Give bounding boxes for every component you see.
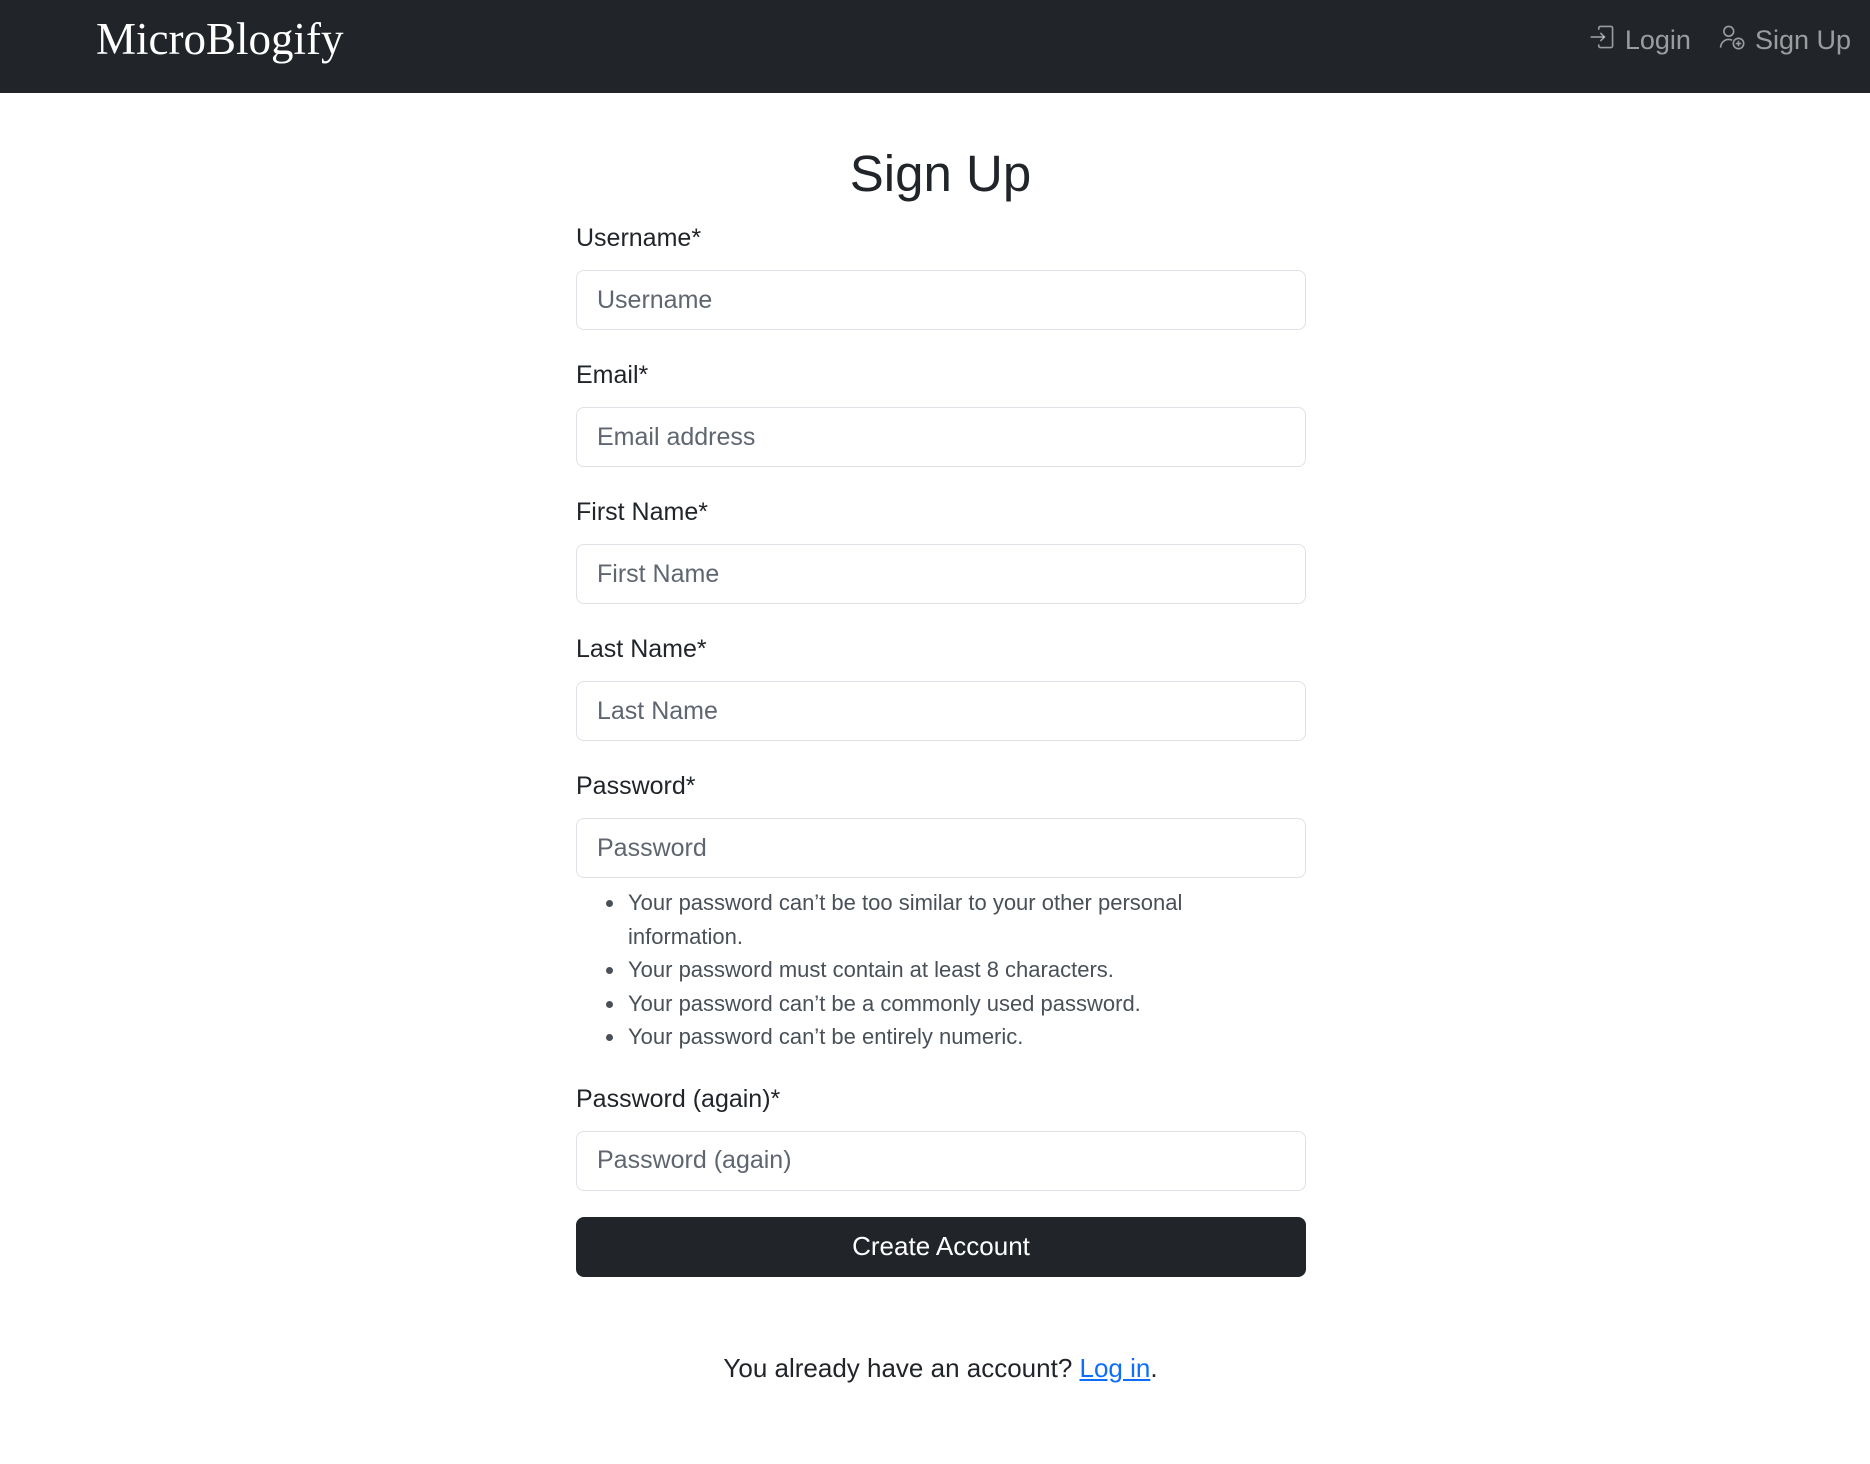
password-label: Password* — [576, 772, 696, 800]
login-prompt-suffix: . — [1150, 1353, 1158, 1383]
first-name-label: First Name* — [576, 498, 708, 526]
password-help-item: Your password can’t be too similar to yo… — [626, 886, 1266, 953]
password-help-item: Your password can’t be entirely numeric. — [626, 1020, 1266, 1054]
password-input[interactable] — [576, 818, 1306, 878]
create-account-button[interactable]: Create Account — [576, 1216, 1306, 1277]
password-help-item: Your password must contain at least 8 ch… — [626, 953, 1266, 987]
nav-login-label: Login — [1624, 24, 1691, 55]
login-prompt: You already have an account? Log in. — [0, 1350, 1870, 1386]
username-input[interactable] — [576, 270, 1306, 330]
email-label: Email* — [576, 361, 649, 389]
last-name-input[interactable] — [576, 681, 1306, 741]
nav-login-link[interactable]: Login — [1589, 24, 1691, 57]
password-again-input[interactable] — [576, 1130, 1306, 1191]
signup-form: Username* Email* First Name* Last Name* … — [576, 220, 1306, 1277]
password-help-item: Your password can’t be a commonly used p… — [626, 987, 1266, 1021]
last-name-field-group: Last Name* — [576, 631, 1306, 741]
password-help-list: Your password can’t be too similar to yo… — [626, 886, 1266, 1054]
password-field-group: Password* Your password can’t be too sim… — [576, 768, 1306, 1054]
email-field-group: Email* — [576, 357, 1306, 467]
nav-signup-label: Sign Up — [1754, 24, 1851, 55]
nav-signup-link[interactable]: Sign Up — [1719, 24, 1851, 57]
login-icon — [1589, 24, 1615, 57]
nav-links: Login Sign Up — [1589, 20, 1851, 60]
first-name-field-group: First Name* — [576, 494, 1306, 604]
first-name-input[interactable] — [576, 544, 1306, 604]
login-link[interactable]: Log in — [1080, 1353, 1151, 1383]
email-input[interactable] — [576, 407, 1306, 467]
last-name-label: Last Name* — [576, 635, 707, 663]
password-again-field-group: Password (again)* — [576, 1081, 1306, 1191]
brand-logo-link[interactable]: MicroBlogify — [96, 12, 343, 66]
login-prompt-text: You already have an account? — [723, 1353, 1080, 1383]
username-field-group: Username* — [576, 220, 1306, 330]
navbar: MicroBlogify Login Sign Up — [0, 0, 1870, 93]
page-title: Sign Up — [849, 145, 1032, 202]
username-label: Username* — [576, 224, 702, 252]
person-add-icon — [1719, 24, 1745, 57]
password-again-label: Password (again)* — [576, 1084, 781, 1113]
